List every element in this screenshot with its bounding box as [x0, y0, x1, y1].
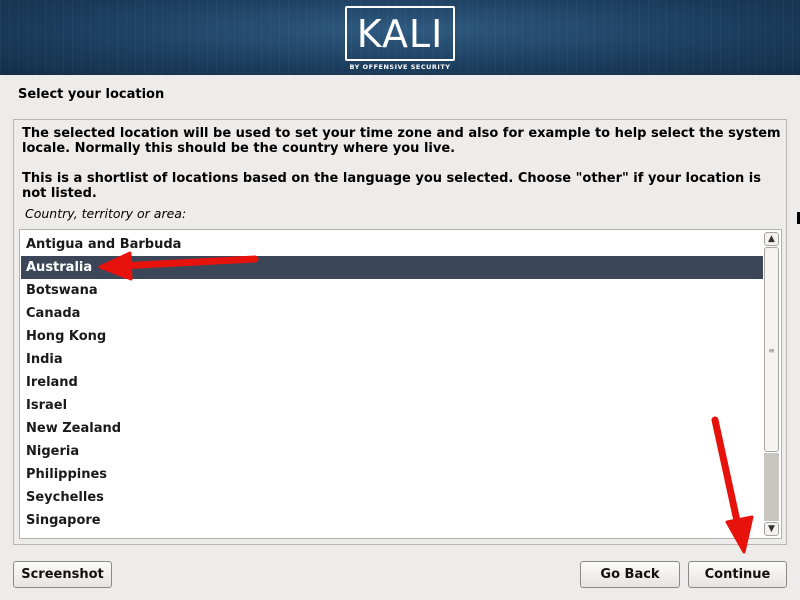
country-list-label: Country, territory or area: [25, 206, 187, 221]
country-list-items: Antigua and Barbuda Australia Botswana Cana… [21, 233, 763, 532]
go-back-button[interactable]: Go Back [580, 561, 680, 588]
kali-banner: KALI BY OFFENSIVE SECURITY [0, 0, 800, 75]
list-item[interactable]: India [21, 348, 763, 371]
list-item[interactable]: Seychelles [21, 486, 763, 509]
chevron-up-icon: ▲ [768, 234, 775, 244]
list-item[interactable]: Canada [21, 302, 763, 325]
scroll-thumb[interactable]: ≡ [764, 247, 779, 452]
kali-logo-text: KALI [356, 11, 444, 56]
page-title: Select your location [18, 87, 165, 102]
list-item[interactable]: Antigua and Barbuda [21, 233, 763, 256]
list-item[interactable]: Nigeria [21, 440, 763, 463]
kali-logo-subtext: BY OFFENSIVE SECURITY [349, 63, 451, 71]
grip-icon: ≡ [768, 346, 775, 355]
chevron-down-icon: ▼ [768, 524, 775, 534]
scroll-up-button[interactable]: ▲ [764, 232, 779, 246]
continue-button[interactable]: Continue [688, 561, 787, 588]
list-item[interactable]: Philippines [21, 463, 763, 486]
list-item[interactable]: Ireland [21, 371, 763, 394]
scroll-down-button[interactable]: ▼ [764, 522, 779, 536]
description-paragraph-2: This is a shortlist of locations based o… [22, 171, 761, 201]
list-item[interactable]: Singapore [21, 509, 763, 532]
description-paragraph-1: The selected location will be used to se… [22, 126, 781, 156]
kali-logo: KALI [345, 6, 455, 61]
screenshot-button[interactable]: Screenshot [13, 561, 112, 588]
list-item[interactable]: Hong Kong [21, 325, 763, 348]
country-listbox[interactable]: Antigua and Barbuda Australia Botswana Cana… [19, 229, 782, 539]
list-item[interactable]: New Zealand [21, 417, 763, 440]
scroll-track[interactable] [764, 453, 779, 521]
list-item[interactable]: Israel [21, 394, 763, 417]
list-item[interactable]: Australia [21, 256, 763, 279]
list-item[interactable]: Botswana [21, 279, 763, 302]
list-scrollbar[interactable]: ▲ ≡ ▼ [763, 231, 780, 537]
